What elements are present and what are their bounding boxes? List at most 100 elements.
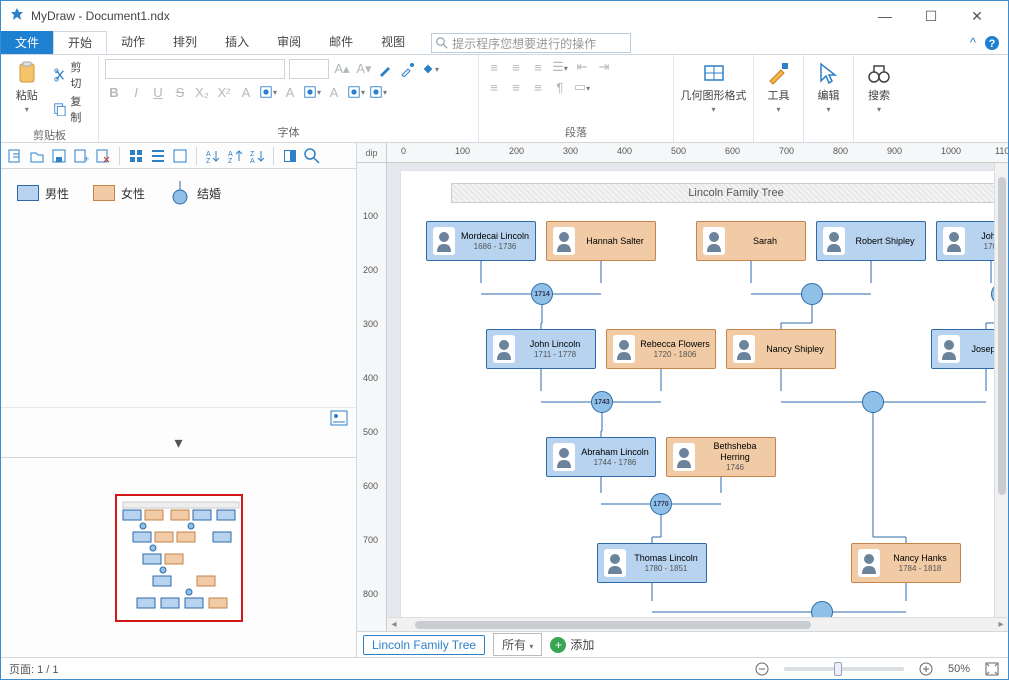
person-node[interactable]: John Lincoln1711 - 1778 — [486, 329, 596, 369]
subscript-icon[interactable]: X₂ — [193, 85, 211, 100]
properties-icon[interactable] — [330, 410, 348, 426]
tell-me-search[interactable]: 提示程序您想要进行的操作 — [431, 33, 631, 53]
marriage-node[interactable]: 1770 — [650, 493, 672, 515]
search-button[interactable]: 搜索▾ — [860, 59, 898, 114]
legend-female[interactable]: 女性 — [93, 185, 145, 202]
align-center-icon[interactable]: ≡ — [507, 60, 525, 75]
sheet-tab-all[interactable]: 所有 ▾ — [493, 633, 542, 656]
vertical-scrollbar[interactable] — [994, 163, 1008, 617]
valign-bot-icon[interactable]: ≡ — [529, 80, 547, 95]
char-shading-icon[interactable]: A — [325, 85, 343, 100]
font-size-combo[interactable] — [289, 59, 329, 79]
valign-top-icon[interactable]: ≡ — [485, 80, 503, 95]
person-node[interactable]: Sarah — [696, 221, 806, 261]
page-indicator[interactable]: 页面: 1 / 1 — [9, 661, 59, 677]
lib-save-icon[interactable] — [51, 148, 67, 164]
lib-close-icon[interactable] — [95, 148, 111, 164]
fill-color-icon[interactable]: ▾ — [421, 60, 439, 78]
zoom-in-icon[interactable] — [918, 661, 934, 677]
window-minimize-button[interactable]: — — [862, 1, 908, 31]
indent-inc-icon[interactable]: ⇥ — [595, 59, 613, 75]
tab-arrange[interactable]: 排列 — [159, 31, 211, 54]
align-left-icon[interactable]: ≡ — [485, 60, 503, 75]
zoom-slider[interactable] — [784, 667, 904, 671]
drawing-page[interactable]: Lincoln Family Tree Mordecai Lincoln1686… — [401, 171, 1008, 631]
paste-button[interactable]: 粘贴 ▾ — [7, 59, 47, 114]
zoom-out-icon[interactable] — [754, 661, 770, 677]
page-thumbnail[interactable] — [115, 494, 243, 622]
copy-button[interactable]: 复制 — [53, 93, 93, 125]
view-list-icon[interactable] — [150, 148, 166, 164]
tab-actions[interactable]: 动作 — [107, 31, 159, 54]
sort-desc-icon[interactable]: ZA — [249, 148, 265, 164]
sort-asc-icon[interactable]: AZ — [227, 148, 243, 164]
style-picker-4-icon[interactable]: ▾ — [369, 83, 387, 101]
person-node[interactable]: Rebecca Flowers1720 - 1806 — [606, 329, 716, 369]
tab-mail[interactable]: 邮件 — [315, 31, 367, 54]
person-node[interactable]: Nancy Hanks1784 - 1818 — [851, 543, 961, 583]
legend-male[interactable]: 男性 — [17, 185, 69, 202]
marriage-node[interactable] — [801, 283, 823, 305]
geometry-format-button[interactable]: 几何图形格式▾ — [680, 59, 747, 114]
sheet-tab-active[interactable]: Lincoln Family Tree — [363, 635, 485, 655]
horizontal-scrollbar[interactable]: ◂▸ — [387, 617, 1008, 631]
person-node[interactable]: Thomas Lincoln1780 - 1851 — [597, 543, 707, 583]
cut-button[interactable]: 剪切 — [53, 59, 93, 91]
drawing-canvas[interactable]: Lincoln Family Tree Mordecai Lincoln1686… — [387, 163, 1008, 631]
sort-default-icon[interactable]: AZ — [205, 148, 221, 164]
strike-icon[interactable]: S — [171, 85, 189, 100]
tab-insert[interactable]: 插入 — [211, 31, 263, 54]
style-picker-2-icon[interactable]: ▾ — [303, 83, 321, 101]
ruler-horizontal[interactable]: 010020030040050060070080090010001100 — [387, 143, 1008, 163]
style-picker-3-icon[interactable]: ▾ — [347, 83, 365, 101]
marriage-node[interactable]: 1714 — [531, 283, 553, 305]
ribbon-collapse-icon[interactable]: ^ — [970, 35, 976, 50]
fit-page-icon[interactable] — [984, 661, 1000, 677]
person-node[interactable]: Hannah Salter — [546, 221, 656, 261]
style-picker-1-icon[interactable]: ▾ — [259, 83, 277, 101]
lib-add-icon[interactable]: + — [73, 148, 89, 164]
lib-new-icon[interactable] — [7, 148, 23, 164]
person-node[interactable]: Robert Shipley — [816, 221, 926, 261]
increase-font-icon[interactable]: A▴ — [333, 61, 351, 77]
add-sheet-button[interactable]: +添加 — [550, 636, 594, 653]
person-node[interactable]: Mordecai Lincoln1686 - 1736 — [426, 221, 536, 261]
tab-review[interactable]: 审阅 — [263, 31, 315, 54]
underline-icon[interactable]: U — [149, 85, 167, 100]
direction-icon[interactable]: ▭▾ — [573, 79, 591, 95]
help-icon[interactable]: ? — [984, 35, 1000, 51]
tab-view[interactable]: 视图 — [367, 31, 419, 54]
font-color-icon[interactable]: A — [237, 85, 255, 100]
marriage-node[interactable] — [862, 391, 884, 413]
bullets-icon[interactable]: ☰▾ — [551, 59, 569, 75]
edit-button[interactable]: 编辑▾ — [810, 59, 847, 114]
thumbnail-collapse-handle[interactable]: ▾ — [1, 429, 356, 457]
format-painter-icon[interactable] — [377, 60, 395, 78]
tools-button[interactable]: 工具▾ — [760, 59, 797, 114]
person-node[interactable]: Nancy Shipley — [726, 329, 836, 369]
eyedropper-icon[interactable] — [399, 60, 417, 78]
decrease-font-icon[interactable]: A▾ — [355, 61, 373, 77]
valign-mid-icon[interactable]: ≡ — [507, 80, 525, 95]
view-tree-icon[interactable] — [172, 148, 188, 164]
lib-open-icon[interactable] — [29, 148, 45, 164]
window-maximize-button[interactable]: ☐ — [908, 1, 954, 31]
pane-toggle-icon[interactable] — [282, 148, 298, 164]
superscript-icon[interactable]: X² — [215, 85, 233, 100]
legend-married[interactable]: 结婚 — [169, 181, 221, 205]
pilcrow-icon[interactable]: ¶ — [551, 80, 569, 95]
view-icons-icon[interactable] — [128, 148, 144, 164]
char-border-icon[interactable]: A — [281, 85, 299, 100]
person-node[interactable]: Abraham Lincoln1744 - 1786 — [546, 437, 656, 477]
font-family-combo[interactable] — [105, 59, 285, 79]
zoom-level[interactable]: 50% — [948, 663, 970, 675]
bold-icon[interactable]: B — [105, 85, 123, 100]
indent-dec-icon[interactable]: ⇤ — [573, 59, 591, 75]
align-right-icon[interactable]: ≡ — [529, 60, 547, 75]
shape-search-icon[interactable] — [304, 148, 320, 164]
person-node[interactable]: Bethsheba Herring1746 — [666, 437, 776, 477]
italic-icon[interactable]: I — [127, 85, 145, 100]
window-close-button[interactable]: ✕ — [954, 1, 1000, 31]
tab-home[interactable]: 开始 — [53, 31, 107, 54]
marriage-node[interactable]: 1743 — [591, 391, 613, 413]
